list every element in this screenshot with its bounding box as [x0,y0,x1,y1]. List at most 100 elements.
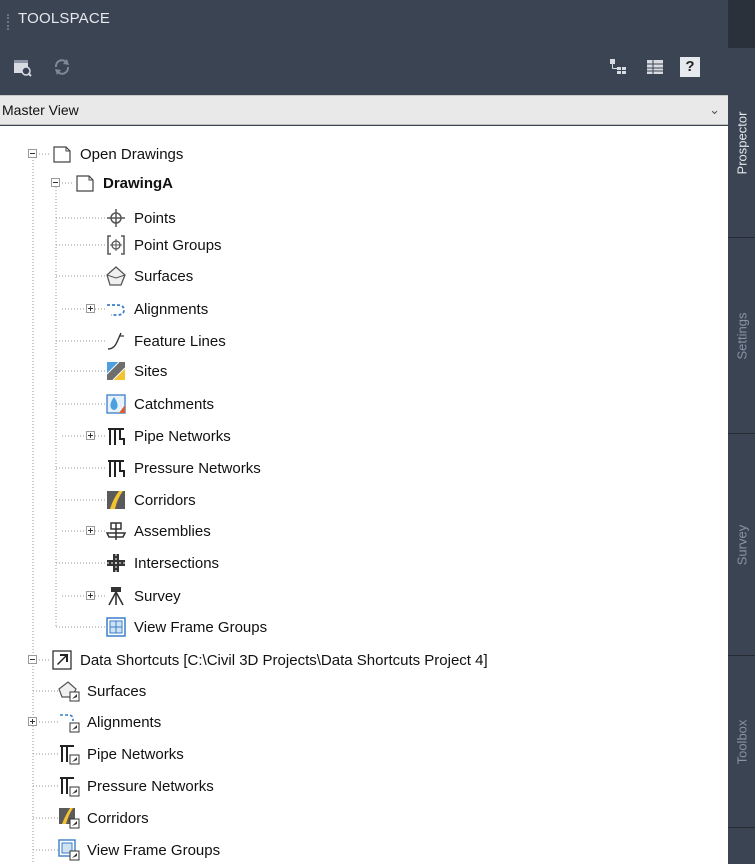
tree-item-label: Pressure Networks [134,459,261,477]
tree-item-pipe-networks[interactable]: Pipe Networks [105,423,231,449]
drawing-folder-icon [53,146,71,163]
points-icon [107,209,125,227]
view-frame-groups-shortcut-icon [58,839,80,861]
collapse-toggle[interactable] [28,149,37,158]
tree-item-label: Feature Lines [134,332,226,350]
feature-lines-icon [107,332,124,350]
tree-item-point-groups[interactable]: Point Groups [105,232,222,258]
tree-node-label: Data Shortcuts [C:\Civil 3D Projects\Dat… [80,651,488,669]
tab-label: Toolbox [734,719,749,764]
tree-item-sites[interactable]: Sites [105,358,167,384]
tree-item-survey[interactable]: Survey [105,583,181,609]
tree-item-label: Corridors [134,491,196,509]
help-icon[interactable]: ? [680,57,700,77]
drawing-icon [76,175,94,192]
surfaces-shortcut-icon [58,681,80,702]
sites-icon [106,361,126,381]
tree-item-view-frame-groups[interactable]: View Frame Groups [105,614,267,640]
tree-item-pressure-networks[interactable]: Pressure Networks [105,455,261,481]
shortcut-item-alignments[interactable]: Alignments [58,709,161,735]
collapse-toggle[interactable] [28,655,37,664]
point-groups-icon [107,235,125,255]
tree-item-corridors[interactable]: Corridors [105,487,196,513]
tree-item-label: Intersections [134,554,220,572]
expand-toggle[interactable] [86,591,95,600]
tree-item-label: Alignments [87,713,162,731]
shortcut-item-surfaces[interactable]: Surfaces [58,678,146,704]
pressure-networks-icon [108,460,125,477]
chevron-down-icon[interactable]: ⌄ [709,102,720,118]
tree-node-label: DrawingA [103,174,174,192]
tree-item-label: Assemblies [134,522,211,540]
tree-item-label: Point Groups [134,236,222,254]
tree-item-label: Pressure Networks [87,777,214,795]
refresh-icon[interactable] [52,57,72,77]
pipe-networks-shortcut-icon [60,745,80,765]
view-selector-value: Master View [2,102,79,118]
data-shortcuts-icon [52,650,72,670]
title-bar: TOOLSPACE [0,0,728,40]
intersections-icon [107,554,125,572]
tree-item-assemblies[interactable]: Assemblies [105,518,211,544]
tree-item-intersections[interactable]: Intersections [105,550,219,576]
item-view-icon[interactable] [12,57,32,77]
tree-item-label: Surfaces [87,682,147,700]
tree-node-drawing[interactable]: DrawingA [74,170,173,196]
tree-item-label: Pipe Networks [134,427,231,445]
tab-label: Survey [734,524,749,565]
tree-node-open-drawings[interactable]: Open Drawings [51,141,183,167]
shortcut-item-pipe-networks[interactable]: Pipe Networks [58,741,184,767]
assemblies-icon [105,522,127,540]
tree-node-data-shortcuts[interactable]: Data Shortcuts [C:\Civil 3D Projects\Dat… [51,647,488,673]
tree-item-label: View Frame Groups [87,841,221,859]
collapse-toggle[interactable] [51,178,60,187]
panel-corner [728,0,755,48]
tree-toggle-icon[interactable] [608,57,628,77]
tree-item-points[interactable]: Points [105,205,176,231]
tree-item-feature-lines[interactable]: Feature Lines [105,328,226,354]
tree-item-alignments[interactable]: Alignments [105,296,208,322]
tree-item-label: Surfaces [134,267,194,285]
alignments-shortcut-icon [60,714,80,733]
tree-item-label: Pipe Networks [87,745,184,763]
tab-survey[interactable]: Survey [728,434,755,656]
side-tab-bar: Prospector Settings Survey Toolbox [728,48,755,864]
tree-item-label: View Frame Groups [134,618,268,636]
expand-toggle[interactable] [86,431,95,440]
alignments-icon [107,304,125,316]
tab-prospector[interactable]: Prospector [728,48,755,238]
survey-icon [108,587,124,606]
shortcut-item-corridors[interactable]: Corridors [58,805,149,831]
tree-item-label: Catchments [134,395,215,413]
toolbar: ? [0,40,728,95]
corridors-icon [107,491,125,509]
pressure-networks-shortcut-icon [60,777,80,797]
catchments-icon [106,394,126,414]
tree-item-label: Survey [134,587,181,605]
prospector-tree: Open Drawings DrawingA Points Point Grou… [0,126,728,864]
tree-item-label: Corridors [87,809,149,827]
shortcut-item-pressure-networks[interactable]: Pressure Networks [58,773,214,799]
pipe-networks-icon [108,428,125,445]
tree-item-label: Points [134,209,176,227]
tree-item-surfaces[interactable]: Surfaces [105,263,193,289]
tree-item-label: Sites [134,362,168,380]
window-title: TOOLSPACE [18,10,111,27]
expand-toggle[interactable] [86,304,95,313]
tab-settings[interactable]: Settings [728,238,755,434]
expand-toggle[interactable] [28,717,37,726]
grip-handle[interactable] [7,14,11,30]
view-selector-dropdown[interactable]: Master View ⌄ [0,95,728,125]
tab-label: Settings [734,312,749,359]
list-view-icon[interactable] [645,57,665,77]
corridors-shortcut-icon [59,808,80,829]
tree-node-label: Open Drawings [80,145,184,163]
tree-item-catchments[interactable]: Catchments [105,391,214,417]
tab-label: Prospector [734,111,749,174]
shortcut-item-view-frame-groups[interactable]: View Frame Groups [58,837,220,863]
view-frame-groups-icon [106,617,126,637]
tree-item-label: Alignments [134,300,209,318]
expand-toggle[interactable] [86,526,95,535]
tab-toolbox[interactable]: Toolbox [728,656,755,828]
surfaces-icon [106,266,126,286]
